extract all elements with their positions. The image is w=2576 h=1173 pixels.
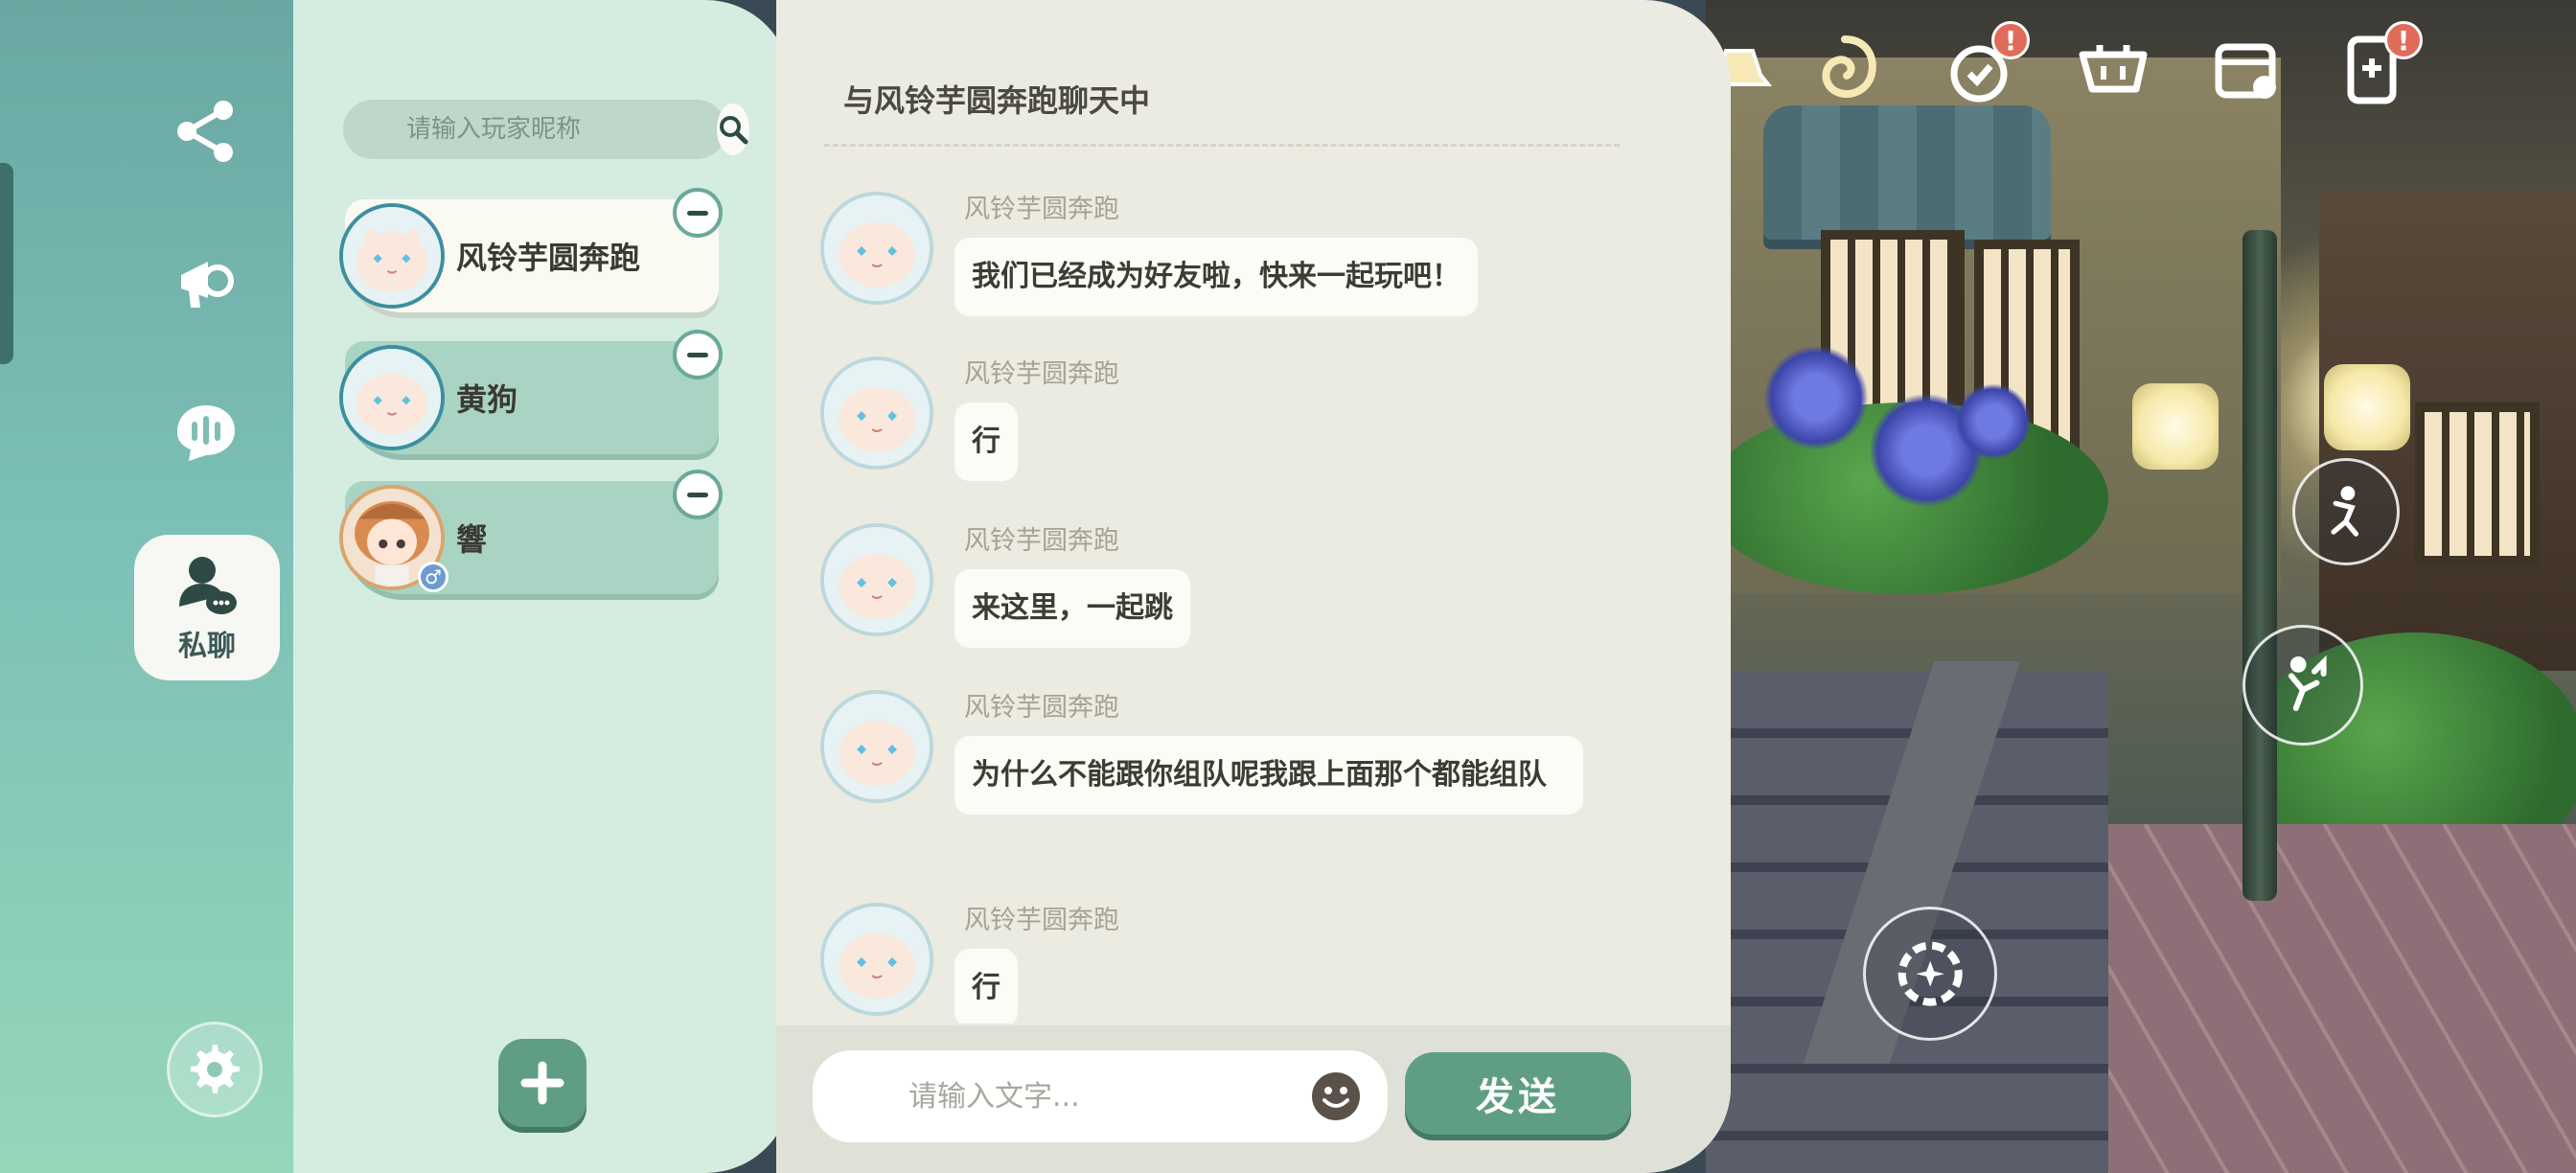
lamp-light [2132,383,2219,470]
sender-avatar[interactable] [820,192,933,305]
sender-avatar[interactable] [820,523,933,636]
message-bubble: 行 [954,949,1018,1024]
message-bubble: 我们已经成为好友啦，快来一起玩吧！ [954,238,1478,316]
message-bubble: 为什么不能跟你组队呢我跟上面那个都能组队 [954,736,1583,815]
gender-badge: ♂ [418,562,448,592]
voice-chat-icon [177,405,235,461]
cat-avatar-icon [824,907,930,1012]
message-composer: 发送 [776,1025,1731,1173]
blue-flowers [1955,383,2032,460]
window [2415,402,2540,565]
title-divider [824,144,1620,147]
player-search [343,100,749,159]
shop-awning [1763,105,2051,240]
calendar-icon[interactable] [2204,27,2290,113]
emoji-icon[interactable] [1309,1070,1363,1123]
private-chat-icon [179,557,237,614]
message-bubble: 行 [954,402,1018,481]
friend-name: 黄狗 [456,381,518,418]
sender-name: 风铃芋圆奔跑 [964,526,1119,556]
friend-name: 響 [456,521,488,558]
cat-avatar-icon [824,360,930,466]
game-scene[interactable]: ! ! [1706,0,2576,1173]
private-chat-tab[interactable]: 私聊 [134,535,280,680]
private-chat-label: 私聊 [178,630,236,663]
friend-list-panel: 风铃芋圆奔跑 黄狗 ♂ 響 [293,0,792,1173]
friend-item[interactable]: 黄狗 [339,330,723,454]
voice-chat-button[interactable] [163,389,249,475]
remove-friend-button[interactable] [673,188,723,238]
friend-avatar [339,203,445,309]
chat-panel: 与风铃芋圆奔跑聊天中 风铃芋圆奔跑 我们已经成为好友啦，快来一起玩吧！ 风铃芋圆… [776,0,1731,1173]
emote-wheel-icon [1898,941,1963,1006]
lamp-light [2324,364,2410,450]
message-list[interactable]: 风铃芋圆奔跑 我们已经成为好友啦，快来一起玩吧！ 风铃芋圆奔跑 行 风铃芋圆奔跑… [776,182,1731,1024]
dance-button[interactable] [2292,458,2400,565]
jump-button[interactable] [2242,625,2363,746]
plus-icon [520,1061,564,1105]
search-button[interactable] [717,104,749,155]
sender-name: 风铃芋圆奔跑 [964,195,1119,224]
chat-title: 与风铃芋圆奔跑聊天中 [843,82,1151,119]
minus-icon [687,210,708,216]
add-friend-button[interactable] [498,1039,586,1127]
friend-avatar [339,345,445,450]
blue-flowers [1763,345,1869,450]
sender-name: 风铃芋圆奔跑 [964,906,1119,935]
cat-avatar-icon [824,196,930,301]
message-bubble: 来这里，一起跳 [954,569,1190,648]
cat-avatar-icon [343,349,441,447]
jump-icon [2288,655,2327,711]
street-lamp-post [2242,230,2277,901]
alert-badge: ! [1991,21,2030,59]
megaphone-icon [181,262,234,308]
spiral-icon[interactable] [1802,27,1888,113]
share-button[interactable] [163,88,249,174]
tiled-plaza [2070,824,2576,1173]
sender-avatar[interactable] [820,356,933,470]
remove-friend-button[interactable] [673,470,723,519]
broadcast-button[interactable] [163,240,249,326]
minus-icon [687,352,708,357]
sender-avatar[interactable] [820,903,933,1016]
remove-friend-button[interactable] [673,330,723,380]
message-input-box [813,1050,1388,1142]
rail-edge-handle[interactable] [0,163,13,364]
phone-icon[interactable]: ! [2329,21,2423,113]
sender-name: 风铃芋圆奔跑 [964,693,1119,723]
shop-cart-icon[interactable] [2070,27,2156,113]
side-rail: 私聊 [0,0,295,1173]
dance-icon [2331,486,2359,537]
gear-icon [191,1045,240,1093]
gift-icon[interactable]: ! [1936,21,2030,113]
emote-wheel-button[interactable] [1863,907,1997,1041]
cat-avatar-icon [343,207,441,305]
share-icon [177,101,233,162]
friend-item[interactable]: 风铃芋圆奔跑 [339,188,723,312]
sender-name: 风铃芋圆奔跑 [964,359,1119,389]
send-button[interactable]: 发送 [1405,1052,1631,1135]
friend-name: 风铃芋圆奔跑 [456,240,641,276]
settings-button[interactable] [167,1022,263,1117]
friend-item[interactable]: ♂ 響 [339,470,723,594]
sender-avatar[interactable] [820,690,933,803]
message-input[interactable] [813,1079,1309,1114]
minus-icon [687,492,708,497]
cat-avatar-icon [824,694,930,799]
search-icon [720,116,748,145]
player-search-input[interactable] [343,115,717,144]
alert-badge: ! [2384,21,2423,59]
cat-avatar-icon [824,527,930,632]
